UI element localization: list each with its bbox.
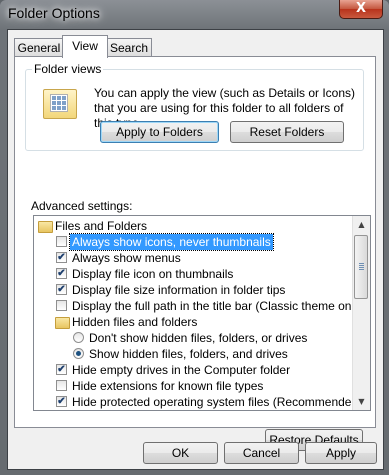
advanced-settings-tree[interactable]: Files and Folders Always show icons, neve… [33, 215, 371, 411]
radio-button[interactable] [73, 348, 84, 359]
setting-label: Display file icon on thumbnails [72, 267, 234, 281]
folder-options-window: Folder Options X General View Search Fol… [0, 0, 389, 475]
setting-label: Hide extensions for known file types [72, 379, 264, 393]
checkbox[interactable] [56, 380, 67, 391]
scroll-thumb[interactable] [354, 235, 368, 299]
checkbox[interactable]: ✔ [56, 252, 67, 263]
setting-label: Always show menus [72, 251, 181, 265]
scroll-up-icon[interactable]: ▲ [353, 216, 370, 233]
checkbox[interactable]: ✔ [56, 396, 67, 407]
cancel-button[interactable]: Cancel [224, 442, 299, 464]
checkbox[interactable]: ✔ [56, 284, 67, 295]
setting-label: Always show icons, never thumbnails [69, 233, 274, 251]
checkbox[interactable]: ✔ [56, 268, 67, 279]
ok-button[interactable]: OK [143, 442, 218, 464]
folder-icon [38, 221, 53, 233]
scroll-down-icon[interactable]: ▼ [353, 393, 370, 410]
folder-views-label: Folder views [32, 62, 104, 76]
tab-view[interactable]: View [62, 35, 108, 58]
dialog-client: General View Search Folder views You can… [7, 29, 384, 470]
checkbox[interactable] [56, 236, 67, 247]
folder-views-icon [43, 89, 77, 119]
setting-label: Hide protected operating system files (R… [72, 395, 363, 409]
advanced-settings-label: Advanced settings: [31, 199, 133, 213]
view-tab-panel: Folder views You can apply the view (suc… [14, 56, 376, 451]
apply-to-folders-button[interactable]: Apply to Folders [100, 121, 219, 143]
tab-general[interactable]: General [14, 38, 64, 57]
setting-label: Display the full path in the title bar (… [72, 299, 365, 313]
checkbox[interactable] [56, 300, 67, 311]
setting-label: Don't show hidden files, folders, or dri… [89, 331, 308, 345]
checkbox[interactable]: ✔ [56, 364, 67, 375]
setting-label: Files and Folders [55, 219, 148, 233]
window-title: Folder Options [8, 5, 100, 21]
setting-label: Show hidden files, folders, and drives [89, 347, 288, 361]
apply-button[interactable]: Apply [305, 442, 377, 464]
close-button[interactable]: X [339, 0, 383, 19]
folder-icon [55, 317, 70, 329]
radio-button[interactable] [73, 332, 84, 343]
folder-views-group: Folder views You can apply the view (suc… [25, 62, 364, 151]
setting-label: Display file size information in folder … [72, 283, 286, 297]
reset-folders-button[interactable]: Reset Folders [230, 121, 344, 143]
setting-label: Hidden files and folders [72, 315, 198, 329]
setting-label: Hide empty drives in the Computer folder [72, 363, 291, 377]
vertical-scrollbar[interactable]: ▲ ▼ [352, 216, 370, 410]
tab-search[interactable]: Search [106, 38, 152, 57]
